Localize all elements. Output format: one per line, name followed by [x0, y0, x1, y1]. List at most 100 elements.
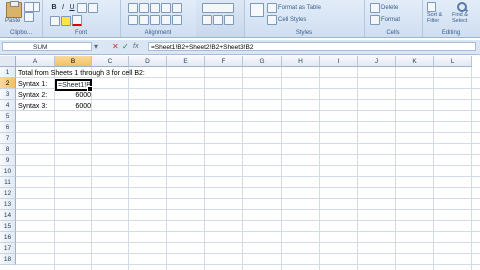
sort-filter-button[interactable] [427, 2, 436, 12]
row-header-3[interactable]: 3 [0, 89, 16, 100]
column-gridline [281, 67, 282, 270]
column-gridline [128, 67, 129, 270]
formula-input[interactable]: =Sheet1!B2+Sheet2!B2+Sheet3!B2 [148, 42, 476, 51]
row-gridline [16, 187, 480, 188]
align-center-icon[interactable] [139, 15, 149, 25]
find-select-button[interactable]: Find & Select [452, 12, 468, 24]
row-header-17[interactable]: 17 [0, 243, 16, 254]
enter-icon[interactable]: ✓ [122, 41, 129, 53]
row-header-10[interactable]: 10 [0, 166, 16, 177]
column-header-l[interactable]: L [434, 56, 472, 67]
row-header-18[interactable]: 18 [0, 254, 16, 265]
column-gridline [471, 67, 472, 270]
wrap-text-icon[interactable] [172, 3, 182, 13]
paste-icon[interactable] [6, 1, 22, 18]
row-gridline [16, 143, 480, 144]
column-header-k[interactable]: K [396, 56, 434, 67]
conditional-formatting-icon[interactable] [250, 3, 264, 17]
column-header-j[interactable]: J [358, 56, 396, 67]
indent-icon[interactable] [161, 15, 171, 25]
font-size-increase-icon[interactable] [77, 3, 87, 13]
column-header-a[interactable]: A [16, 56, 55, 67]
insert-function-icon[interactable]: fx [133, 41, 138, 53]
font-color-icon[interactable] [72, 15, 82, 26]
number-format-dropdown[interactable] [202, 3, 234, 13]
column-header-f[interactable]: F [205, 56, 243, 67]
column-gridline [319, 67, 320, 270]
fill-color-icon[interactable] [61, 15, 71, 26]
italic-icon[interactable]: I [59, 4, 67, 12]
row-header-1[interactable]: 1 [0, 67, 16, 78]
row-header-13[interactable]: 13 [0, 199, 16, 210]
row-header-7[interactable]: 7 [0, 133, 16, 144]
column-header-b[interactable]: B [55, 56, 92, 67]
row-gridline [16, 132, 480, 133]
row-header-5[interactable]: 5 [0, 111, 16, 122]
active-cell-b2[interactable]: =Sheet1!B [55, 79, 93, 92]
row-header-4[interactable]: 4 [0, 100, 16, 111]
cell-b4[interactable]: 6000 [55, 101, 91, 112]
borders-icon[interactable] [50, 15, 60, 26]
align-right-icon[interactable] [150, 15, 160, 25]
spreadsheet-grid[interactable]: ABCDEFGHIJKL 1 2 3 4 5 6 7 8 9 10 11 12 13 14 15 16 17 18… [0, 56, 480, 270]
comma-icon[interactable] [224, 15, 234, 25]
alignment-label: Alignment [144, 30, 172, 36]
column-gridline [357, 67, 358, 270]
align-bottom-icon[interactable] [150, 3, 160, 13]
delete-button[interactable]: Delete [370, 3, 398, 13]
align-middle-icon[interactable] [139, 3, 149, 13]
format-painter-icon[interactable] [33, 2, 40, 12]
column-header-h[interactable]: H [282, 56, 320, 67]
cell-styles-button[interactable]: Cell Styles [267, 15, 306, 25]
row-gridline [16, 253, 480, 254]
underline-icon[interactable]: U [68, 4, 76, 12]
row-header-2[interactable]: 2 [0, 78, 16, 89]
format-button[interactable]: Format [370, 15, 400, 25]
column-gridline [204, 67, 205, 270]
column-header-i[interactable]: I [320, 56, 358, 67]
row-gridline [16, 264, 480, 265]
cell-b3[interactable]: 6000 [55, 90, 91, 101]
cell-b2[interactable]: =Sheet1!B [58, 80, 91, 91]
row-header-6[interactable]: 6 [0, 122, 16, 133]
bold-icon[interactable]: B [50, 4, 58, 12]
name-box[interactable]: SUM [2, 42, 92, 51]
row-header-15[interactable]: 15 [0, 221, 16, 232]
column-gridline [166, 67, 167, 270]
cancel-icon[interactable]: ✕ [112, 41, 119, 53]
cell-a4[interactable]: Syntax 3: [18, 101, 47, 112]
row-header-14[interactable]: 14 [0, 210, 16, 221]
row-header-16[interactable]: 16 [0, 232, 16, 243]
paste-button[interactable]: Paste [5, 18, 20, 24]
align-left-icon[interactable] [128, 15, 138, 25]
column-header-e[interactable]: E [167, 56, 205, 67]
column-header-c[interactable]: C [92, 56, 129, 67]
styles-group: Format as Table Cell Styles Styles [244, 0, 365, 37]
cell-a3[interactable]: Syntax 2: [18, 90, 47, 101]
font-size-decrease-icon[interactable] [88, 3, 98, 13]
formula-bar: SUM ▾ ✕ ✓ fx =Sheet1!B2+Sheet2!B2+Sheet3… [0, 40, 480, 55]
row-header-9[interactable]: 9 [0, 155, 16, 166]
row-header-11[interactable]: 11 [0, 177, 16, 188]
cell-a2[interactable]: Syntax 1: [18, 79, 47, 90]
alignment-group: Alignment [120, 0, 197, 37]
styles-label: Styles [295, 30, 313, 36]
column-header-d[interactable]: D [129, 56, 167, 67]
orientation-icon[interactable] [161, 3, 171, 13]
format-as-table-button[interactable]: Format as Table [267, 3, 321, 13]
row-gridline [16, 165, 480, 166]
column-header-g[interactable]: G [243, 56, 282, 67]
row-header-12[interactable]: 12 [0, 188, 16, 199]
name-box-dropdown-icon[interactable]: ▾ [94, 41, 98, 53]
row-header-8[interactable]: 8 [0, 144, 16, 155]
select-all-corner[interactable] [0, 56, 16, 67]
row-gridline [16, 209, 480, 210]
percent-icon[interactable] [213, 15, 223, 25]
fill-handle[interactable] [87, 86, 93, 92]
merge-icon[interactable] [172, 15, 182, 25]
align-top-icon[interactable] [128, 3, 138, 13]
cell-a1[interactable]: Total from Sheets 1 through 3 for cell B… [18, 68, 145, 79]
currency-icon[interactable] [202, 15, 212, 25]
column-gridline [433, 67, 434, 270]
copy-icon[interactable] [24, 12, 34, 22]
